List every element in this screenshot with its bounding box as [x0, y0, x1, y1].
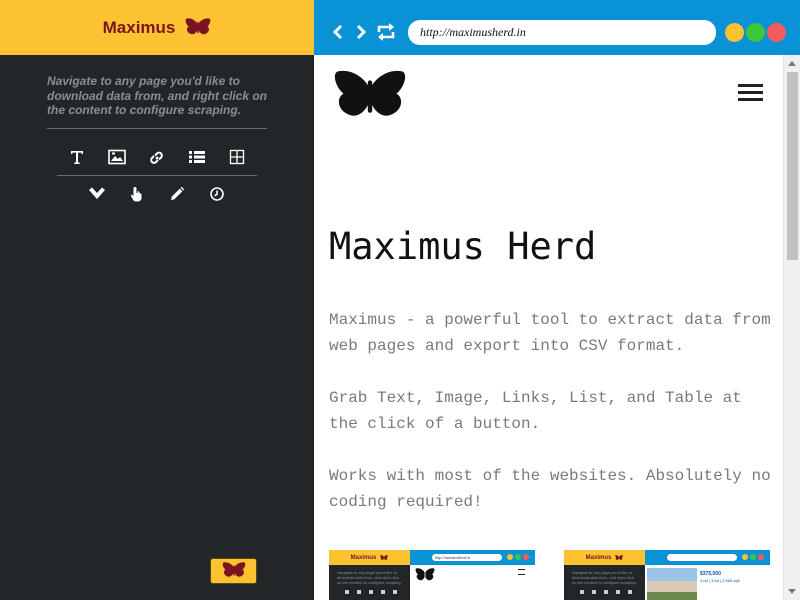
forward-icon[interactable] [351, 22, 371, 42]
extension-header: Maximus [0, 0, 314, 55]
butterfly-icon [380, 554, 389, 560]
divider [47, 128, 267, 129]
browser-window: http://maximusherd.in Maximus Herd Maxim… [314, 0, 800, 600]
maximus-toggle-button[interactable] [210, 558, 257, 584]
thumbnail-title: Maximus [585, 554, 612, 561]
text-icon[interactable] [64, 146, 90, 168]
thumbnail-title: Maximus [350, 554, 377, 561]
maximize-dot[interactable] [746, 23, 765, 42]
scrollbar-thumb[interactable] [787, 72, 798, 260]
scroll-up-icon[interactable] [788, 61, 796, 66]
image-icon[interactable] [104, 146, 130, 168]
butterfly-logo-icon[interactable] [329, 70, 411, 130]
table-icon[interactable] [224, 146, 250, 168]
close-dot[interactable] [767, 23, 786, 42]
scroll-down-icon[interactable] [788, 589, 796, 594]
clock-icon[interactable] [204, 183, 230, 205]
vertical-scrollbar[interactable] [783, 55, 800, 600]
features-paragraph: Grab Text, Image, Links, List, and Table… [329, 389, 742, 433]
hand-pointer-icon[interactable] [124, 183, 150, 205]
pencil-icon[interactable] [164, 183, 190, 205]
chevron-down-icon[interactable] [84, 183, 110, 205]
browser-toolbar: http://maximusherd.in [314, 0, 800, 55]
page-viewport: Maximus Herd Maximus - a powerful tool t… [314, 55, 800, 600]
compat-paragraph: Works with most of the websites. Absolut… [329, 467, 771, 511]
listing-details: 4 bd | 3 ba | 2,960 sqft [700, 578, 740, 583]
extension-panel: Maximus Navigate to any page you'd like … [0, 0, 314, 600]
thumbnail-toolbar [576, 588, 636, 596]
back-icon[interactable] [328, 22, 348, 42]
menu-icon[interactable] [738, 84, 763, 101]
screenshot-thumbnail[interactable]: Maximus Navigate to any page you'd like … [329, 550, 535, 600]
extension-title: Maximus [102, 17, 176, 37]
thumbnail-instructions: Navigate to any page you'd like to downl… [337, 570, 402, 585]
page-title: Maximus Herd [329, 225, 597, 268]
link-icon[interactable] [144, 146, 170, 168]
intro-paragraph: Maximus - a powerful tool to extract dat… [329, 311, 771, 355]
butterfly-logo-icon [185, 17, 211, 38]
screenshot-thumbnail[interactable]: Maximus Navigate to any page you'd like … [564, 550, 770, 600]
minimize-dot[interactable] [725, 23, 744, 42]
butterfly-icon [222, 562, 245, 577]
butterfly-icon [415, 568, 435, 581]
thumbnail-url: http://maximusherd.in [432, 554, 502, 561]
reload-icon[interactable] [374, 22, 398, 42]
extraction-toolbar [57, 145, 257, 169]
address-bar[interactable]: http://maximusherd.in [408, 20, 716, 45]
butterfly-icon [615, 554, 624, 560]
house-photo [647, 568, 697, 600]
list-icon[interactable] [184, 146, 210, 168]
thumbnail-instructions: Navigate to any page you'd like to downl… [572, 570, 637, 585]
instructions-text: Navigate to any page you'd like to downl… [47, 74, 268, 117]
thumbnail-toolbar [341, 588, 401, 596]
action-toolbar [77, 183, 237, 205]
divider [57, 175, 257, 176]
listing-price: $375,000 [700, 571, 721, 577]
menu-icon [518, 569, 525, 575]
